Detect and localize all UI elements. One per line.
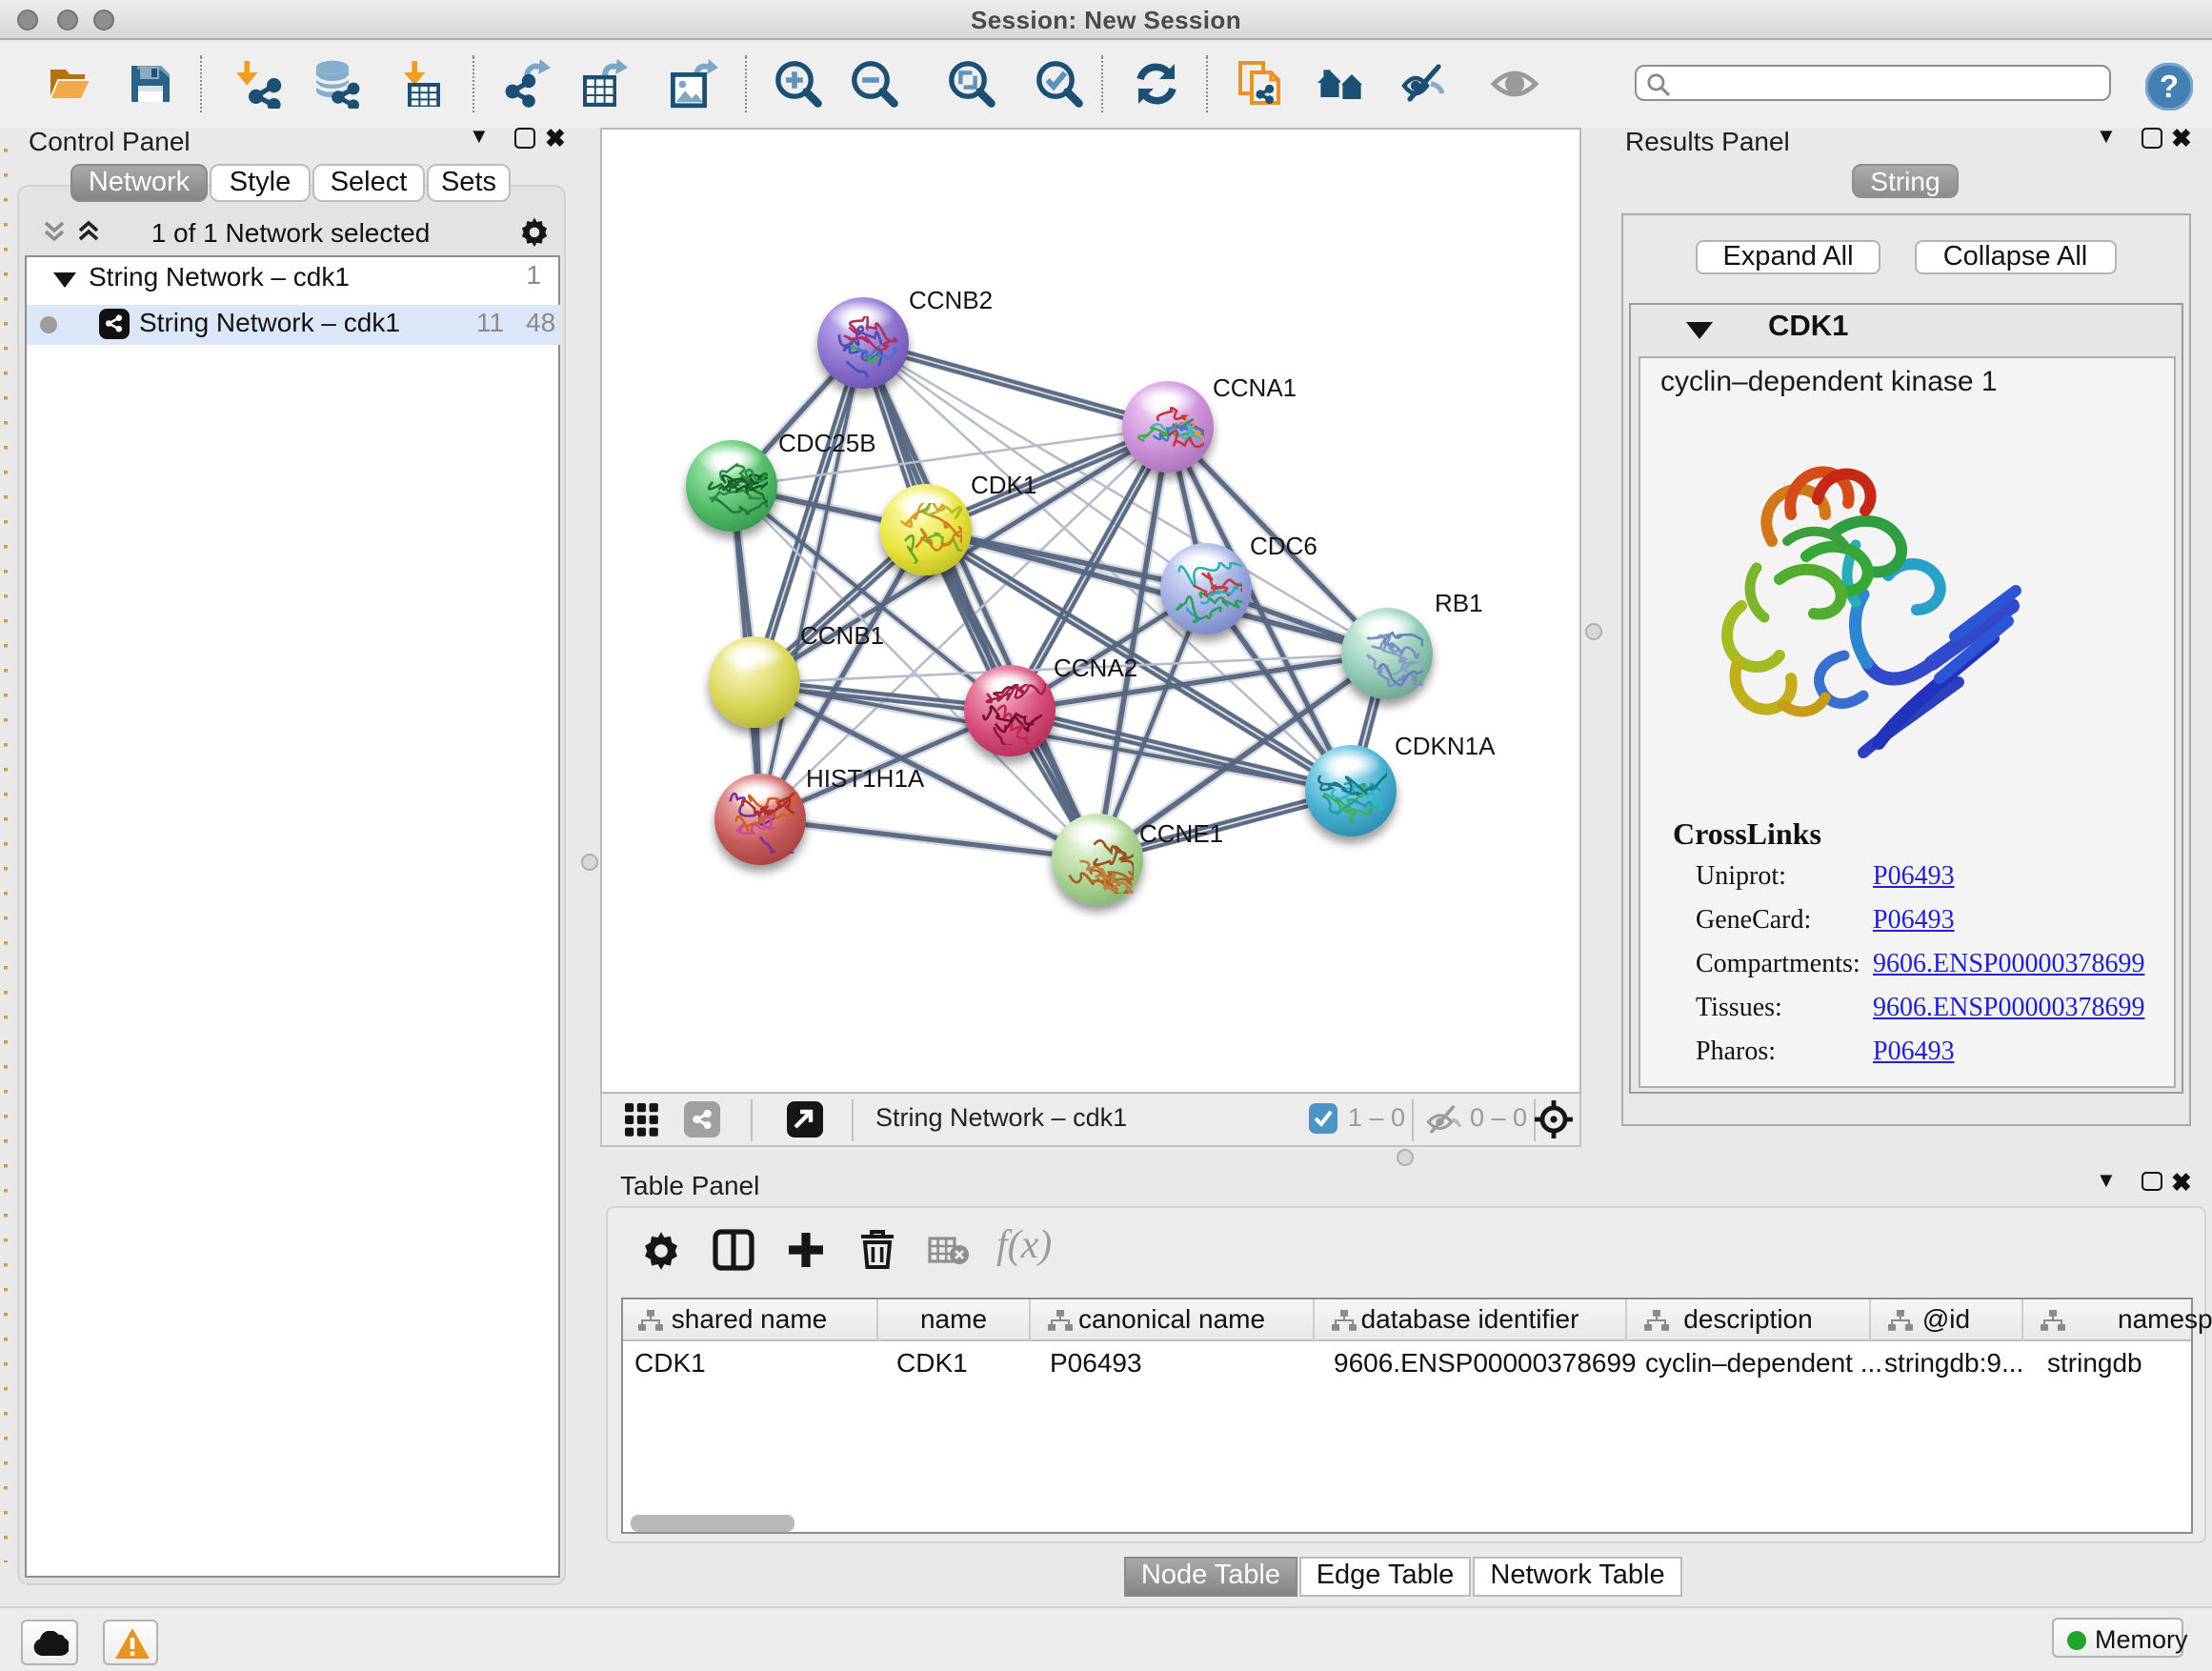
svg-text:?: ? (2160, 68, 2179, 103)
